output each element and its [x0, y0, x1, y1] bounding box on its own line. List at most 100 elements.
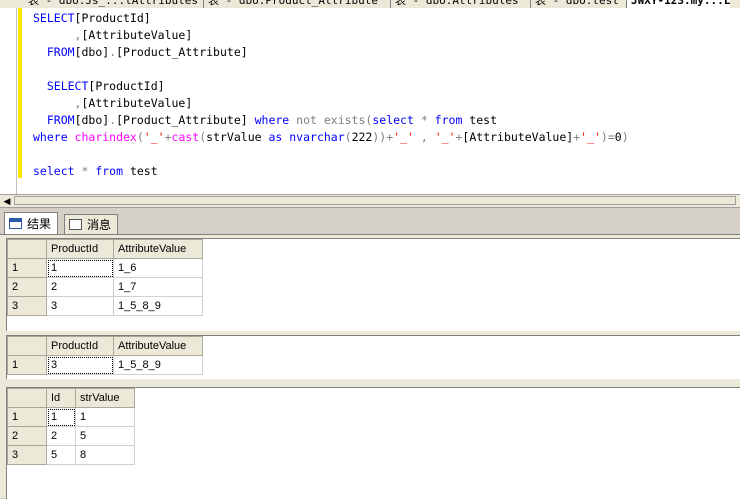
code-line[interactable] [33, 61, 629, 78]
header-row: ProductId AttributeValue [7, 336, 203, 356]
row-number[interactable]: 2 [7, 426, 47, 446]
result-grid-2[interactable]: ProductId AttributeValue 1 3 1_5_8_9 [6, 335, 740, 379]
table-cell[interactable]: 1 [46, 407, 76, 427]
code-line[interactable]: where charindex('_'+cast(strValue as nva… [33, 129, 629, 146]
editor-horizontal-scrollbar[interactable]: ◀ [0, 194, 740, 208]
code-line[interactable]: ,[AttributeValue] [33, 27, 629, 44]
column-header[interactable]: AttributeValue [113, 336, 203, 356]
result-grid-3[interactable]: Id strValue 1 1 1 2 2 5 3 5 8 [6, 387, 740, 499]
message-icon [69, 219, 82, 230]
doc-tab-query-window[interactable]: JWXY-123.my...L [626, 0, 731, 8]
code-token: from [95, 164, 130, 178]
code-token: strValue [206, 130, 269, 144]
result-table: ProductId AttributeValue 1 1 1_6 2 2 1_7 3 3 1_5_8… [7, 239, 203, 316]
grid-corner[interactable] [7, 336, 47, 356]
code-token: [Product_Attribute] [116, 113, 255, 127]
code-token: cast [171, 130, 200, 144]
tab-results[interactable]: 结果 [4, 212, 59, 234]
result-grid-1[interactable]: ProductId AttributeValue 1 1 1_6 2 2 1_7 3 3 1_5_8… [6, 238, 740, 331]
row-number[interactable]: 3 [7, 296, 47, 316]
code-token: [dbo] [74, 113, 110, 127]
result-table: Id strValue 1 1 1 2 2 5 3 5 8 [7, 388, 135, 465]
scrollbar-thumb[interactable] [14, 196, 736, 205]
table-cell[interactable]: 1 [46, 258, 114, 278]
grid-corner[interactable] [7, 239, 47, 259]
code-token: )= [600, 130, 615, 144]
table-row[interactable]: 225 [7, 426, 135, 446]
table-cell[interactable]: 1_6 [113, 258, 203, 278]
table-cell[interactable]: 5 [46, 445, 76, 465]
tab-messages[interactable]: 消息 [64, 214, 119, 234]
column-header[interactable]: Id [46, 388, 76, 408]
row-number[interactable]: 2 [7, 277, 47, 297]
code-line[interactable]: SELECT[ProductId] [33, 10, 629, 27]
row-number[interactable]: 3 [7, 445, 47, 465]
code-token: 0 [614, 130, 622, 144]
header-row: Id strValue [7, 388, 135, 408]
code-token: [ProductId] [74, 11, 151, 25]
code-line[interactable]: FROM[dbo].[Product_Attribute] where not … [33, 112, 629, 129]
table-row[interactable]: 1 1 1_6 [7, 258, 203, 278]
grid-corner[interactable] [7, 388, 47, 408]
sql-code[interactable]: SELECT[ProductId] ,[AttributeValue] FROM… [33, 10, 629, 180]
code-token: '_' [580, 130, 601, 144]
scroll-left-arrow-icon[interactable]: ◀ [2, 196, 12, 206]
code-token: select [33, 164, 82, 178]
code-token: FROM [46, 45, 75, 59]
doc-tab-test[interactable]: 表 - dbo.test [530, 0, 619, 8]
table-cell[interactable]: 1 [75, 407, 135, 427]
sql-editor[interactable]: SELECT[ProductId] ,[AttributeValue] FROM… [0, 8, 740, 194]
code-token: , [413, 130, 435, 144]
column-header[interactable]: AttributeValue [113, 239, 203, 259]
code-token: '_' [143, 130, 165, 144]
table-row[interactable]: 1 3 1_5_8_9 [7, 355, 203, 375]
code-token: where [33, 130, 75, 144]
tab-messages-label: 消息 [87, 218, 112, 232]
table-row[interactable]: 3 3 1_5_8_9 [7, 296, 203, 316]
code-token: SELECT [33, 11, 75, 25]
code-token: [Product_Attribute] [116, 45, 248, 59]
row-number[interactable]: 1 [7, 258, 47, 278]
code-line[interactable]: SELECT[ProductId] [33, 78, 629, 95]
table-cell[interactable]: 2 [46, 277, 114, 297]
code-token: [ProductId] [88, 79, 165, 93]
column-header[interactable]: ProductId [46, 239, 114, 259]
doc-tab-attributes[interactable]: 表 - dbo.Attributes [390, 0, 519, 8]
doc-tab-js-attributes[interactable]: 表 - dbo.Js_...tAttributes [28, 0, 198, 8]
table-row[interactable]: 2 2 1_7 [7, 277, 203, 297]
code-token: ( [136, 130, 144, 144]
code-line[interactable]: FROM[dbo].[Product_Attribute] [33, 44, 629, 61]
code-token: * [420, 113, 435, 127]
code-token: 222 [351, 130, 373, 144]
code-token: where [254, 113, 297, 127]
editor-gutter [0, 8, 17, 194]
column-header[interactable]: ProductId [46, 336, 114, 356]
column-header[interactable]: strValue [75, 388, 135, 408]
table-row[interactable]: 358 [7, 445, 135, 465]
doc-tab-product-attribute[interactable]: 表 - dbo.Product_Attribute [203, 0, 378, 8]
code-token: [AttributeValue] [81, 28, 193, 42]
table-cell[interactable]: 1_5_8_9 [113, 355, 203, 375]
table-row[interactable]: 111 [7, 407, 135, 427]
table-cell[interactable]: 2 [46, 426, 76, 446]
code-token: * [81, 164, 96, 178]
table-cell[interactable]: 1_5_8_9 [113, 296, 203, 316]
table-cell[interactable]: 3 [46, 296, 114, 316]
row-number[interactable]: 1 [7, 355, 47, 375]
code-line[interactable]: ,[AttributeValue] [33, 95, 629, 112]
code-line[interactable] [33, 146, 629, 163]
code-line[interactable]: select * from test [33, 163, 629, 180]
row-number[interactable]: 1 [7, 407, 47, 427]
results-area: ProductId AttributeValue 1 1 1_6 2 2 1_7 3 3 1_5_8… [0, 234, 740, 499]
table-cell[interactable]: 8 [75, 445, 135, 465]
table-cell[interactable]: 5 [75, 426, 135, 446]
code-token: test [469, 113, 497, 127]
code-token: from [434, 113, 470, 127]
table-cell[interactable]: 3 [46, 355, 114, 375]
code-token: [AttributeValue] [81, 96, 193, 110]
table-cell[interactable]: 1_7 [113, 277, 203, 297]
header-row: ProductId AttributeValue [7, 239, 203, 259]
